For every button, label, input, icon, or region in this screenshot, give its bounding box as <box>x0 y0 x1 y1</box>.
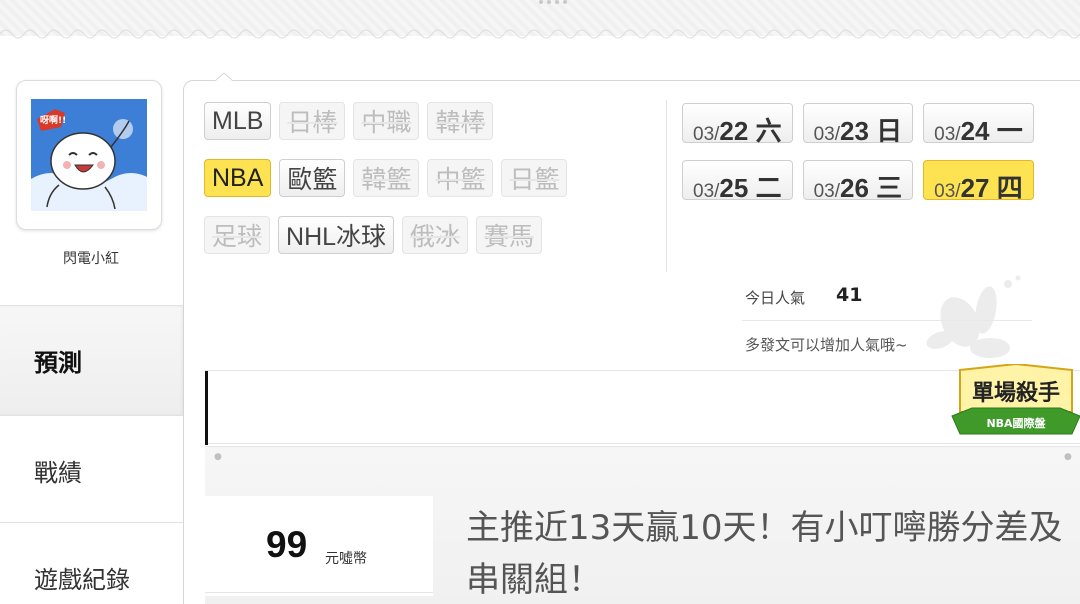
price-box <box>205 496 433 596</box>
sidebar-item-label: 預測 <box>34 349 82 377</box>
league-chip-horse-racing: 賽馬 <box>476 216 543 254</box>
league-row-basketball: NBA 歐籃 韓籃 中籃 日籃 <box>204 159 568 197</box>
league-chip-china-basketball: 中籃 <box>427 159 494 197</box>
popularity-divider <box>742 320 1032 321</box>
date-chip-0323[interactable]: 03/23 日 <box>802 103 914 146</box>
avatar-caption: 呀啊!! <box>40 114 66 126</box>
date-row-2: 03/25 二 03/26 三 03/27 四 <box>682 160 1034 203</box>
post-price: 99 <box>266 524 308 565</box>
date-chip-0327[interactable]: 03/27 四 <box>923 160 1034 203</box>
league-row-baseball: MLB 日棒 中職 韓棒 <box>204 102 494 140</box>
league-row-other: 足球 NHL冰球 俄冰 賽馬 <box>204 216 543 254</box>
league-chip-khl: 俄冰 <box>402 216 469 254</box>
pin-icon: ● <box>214 452 222 462</box>
popularity-label: 今日人氣 <box>745 289 806 307</box>
league-chip-cpbl: 中職 <box>353 102 420 140</box>
sidebar-item-record[interactable]: 戰績 <box>0 415 184 525</box>
sidebar-item-label: 遊戲紀錄 <box>34 566 130 594</box>
header-dots-icon <box>539 0 567 4</box>
popularity-value: 41 <box>836 284 863 306</box>
league-chip-nhl[interactable]: NHL冰球 <box>278 216 395 254</box>
sidebar-item-predict[interactable]: 預測 <box>0 305 184 415</box>
date-chip-0322[interactable]: 03/22 六 <box>682 103 793 146</box>
post-price-unit: 元噓幣 <box>325 551 367 567</box>
date-chip-0325[interactable]: 03/25 二 <box>682 160 793 203</box>
league-chip-nba[interactable]: NBA <box>204 159 272 197</box>
pin-icon: ● <box>1064 452 1072 462</box>
league-chip-korea-basketball: 韓籃 <box>353 159 420 197</box>
header-wave-edge <box>0 29 1080 39</box>
post-input-bar[interactable] <box>205 370 1080 445</box>
popularity-hint: 多發文可以增加人氣哦~ <box>745 336 908 354</box>
league-chip-japan-basketball: 日籃 <box>501 159 568 197</box>
sidebar-item-game-history[interactable]: 遊戲紀錄 <box>0 522 184 604</box>
date-row-1: 03/22 六 03/23 日 03/24 一 <box>682 103 1034 146</box>
filter-divider <box>666 100 667 272</box>
username: 閃電小紅 <box>63 251 119 267</box>
date-chip-0326[interactable]: 03/26 三 <box>802 160 914 203</box>
league-chip-npb: 日棒 <box>279 102 346 140</box>
text-cursor <box>205 371 208 445</box>
avatar-card[interactable]: 呀啊!! <box>16 80 162 230</box>
league-chip-soccer: 足球 <box>204 216 271 254</box>
price-divider <box>205 592 433 593</box>
post-headline[interactable]: 主推近13天贏10天！有小叮嚀勝分差及串關組！ <box>466 502 1066 604</box>
date-chip-0324[interactable]: 03/24 一 <box>923 103 1034 146</box>
sidebar-item-label: 戰績 <box>34 459 82 487</box>
league-chip-euro-basketball[interactable]: 歐籃 <box>279 159 346 197</box>
tab-notch <box>215 72 233 82</box>
badge-subtitle: NBA國際盤 <box>986 416 1046 430</box>
league-chip-kbo: 韓棒 <box>427 102 494 140</box>
badge-title: 單場殺手 <box>972 380 1060 406</box>
killer-badge: 單場殺手 NBA國際盤 <box>951 364 1080 435</box>
league-chip-mlb[interactable]: MLB <box>204 102 272 140</box>
avatar: 呀啊!! <box>31 99 147 211</box>
